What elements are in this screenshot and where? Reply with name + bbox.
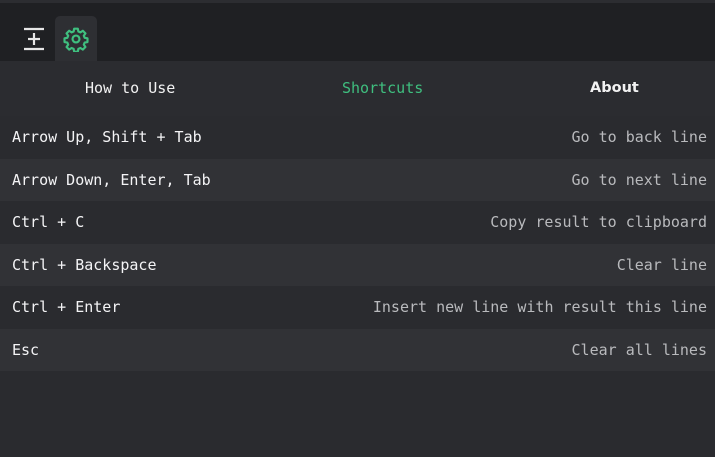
shortcut-keys: Esc <box>12 340 40 359</box>
shortcut-row: Esc Clear all lines <box>0 328 715 371</box>
tab-about[interactable]: About <box>590 61 639 116</box>
shortcut-keys: Ctrl + Backspace <box>12 255 157 274</box>
gear-icon <box>63 27 89 52</box>
expand-lines-icon <box>24 27 44 50</box>
shortcut-action: Copy result to clipboard <box>490 213 707 232</box>
top-toolbar <box>0 0 715 61</box>
shortcut-keys: Arrow Up, Shift + Tab <box>12 128 202 147</box>
expand-lines-button[interactable] <box>13 16 55 61</box>
shortcuts-list: Arrow Up, Shift + Tab Go to back line Ar… <box>0 116 715 371</box>
shortcut-row: Ctrl + Backspace Clear line <box>0 243 715 286</box>
shortcut-keys: Arrow Down, Enter, Tab <box>12 170 211 189</box>
shortcut-keys: Ctrl + C <box>12 213 85 232</box>
shortcut-row: Arrow Down, Enter, Tab Go to next line <box>0 158 715 201</box>
shortcut-action: Insert new line with result this line <box>372 298 707 317</box>
tab-how-to-use[interactable]: How to Use <box>85 61 175 116</box>
shortcut-action: Clear line <box>616 255 707 274</box>
settings-button[interactable] <box>55 16 97 61</box>
shortcut-row: Ctrl + C Copy result to clipboard <box>0 201 715 244</box>
tab-shortcuts[interactable]: Shortcuts <box>342 61 423 116</box>
shortcut-row: Arrow Up, Shift + Tab Go to back line <box>0 116 715 159</box>
shortcut-row: Ctrl + Enter Insert new line with result… <box>0 286 715 329</box>
shortcut-action: Go to next line <box>571 170 707 189</box>
shortcut-action: Go to back line <box>571 128 707 147</box>
tab-bar: How to Use Shortcuts About <box>0 61 715 116</box>
shortcut-action: Clear all lines <box>571 340 707 359</box>
shortcut-keys: Ctrl + Enter <box>12 298 121 317</box>
